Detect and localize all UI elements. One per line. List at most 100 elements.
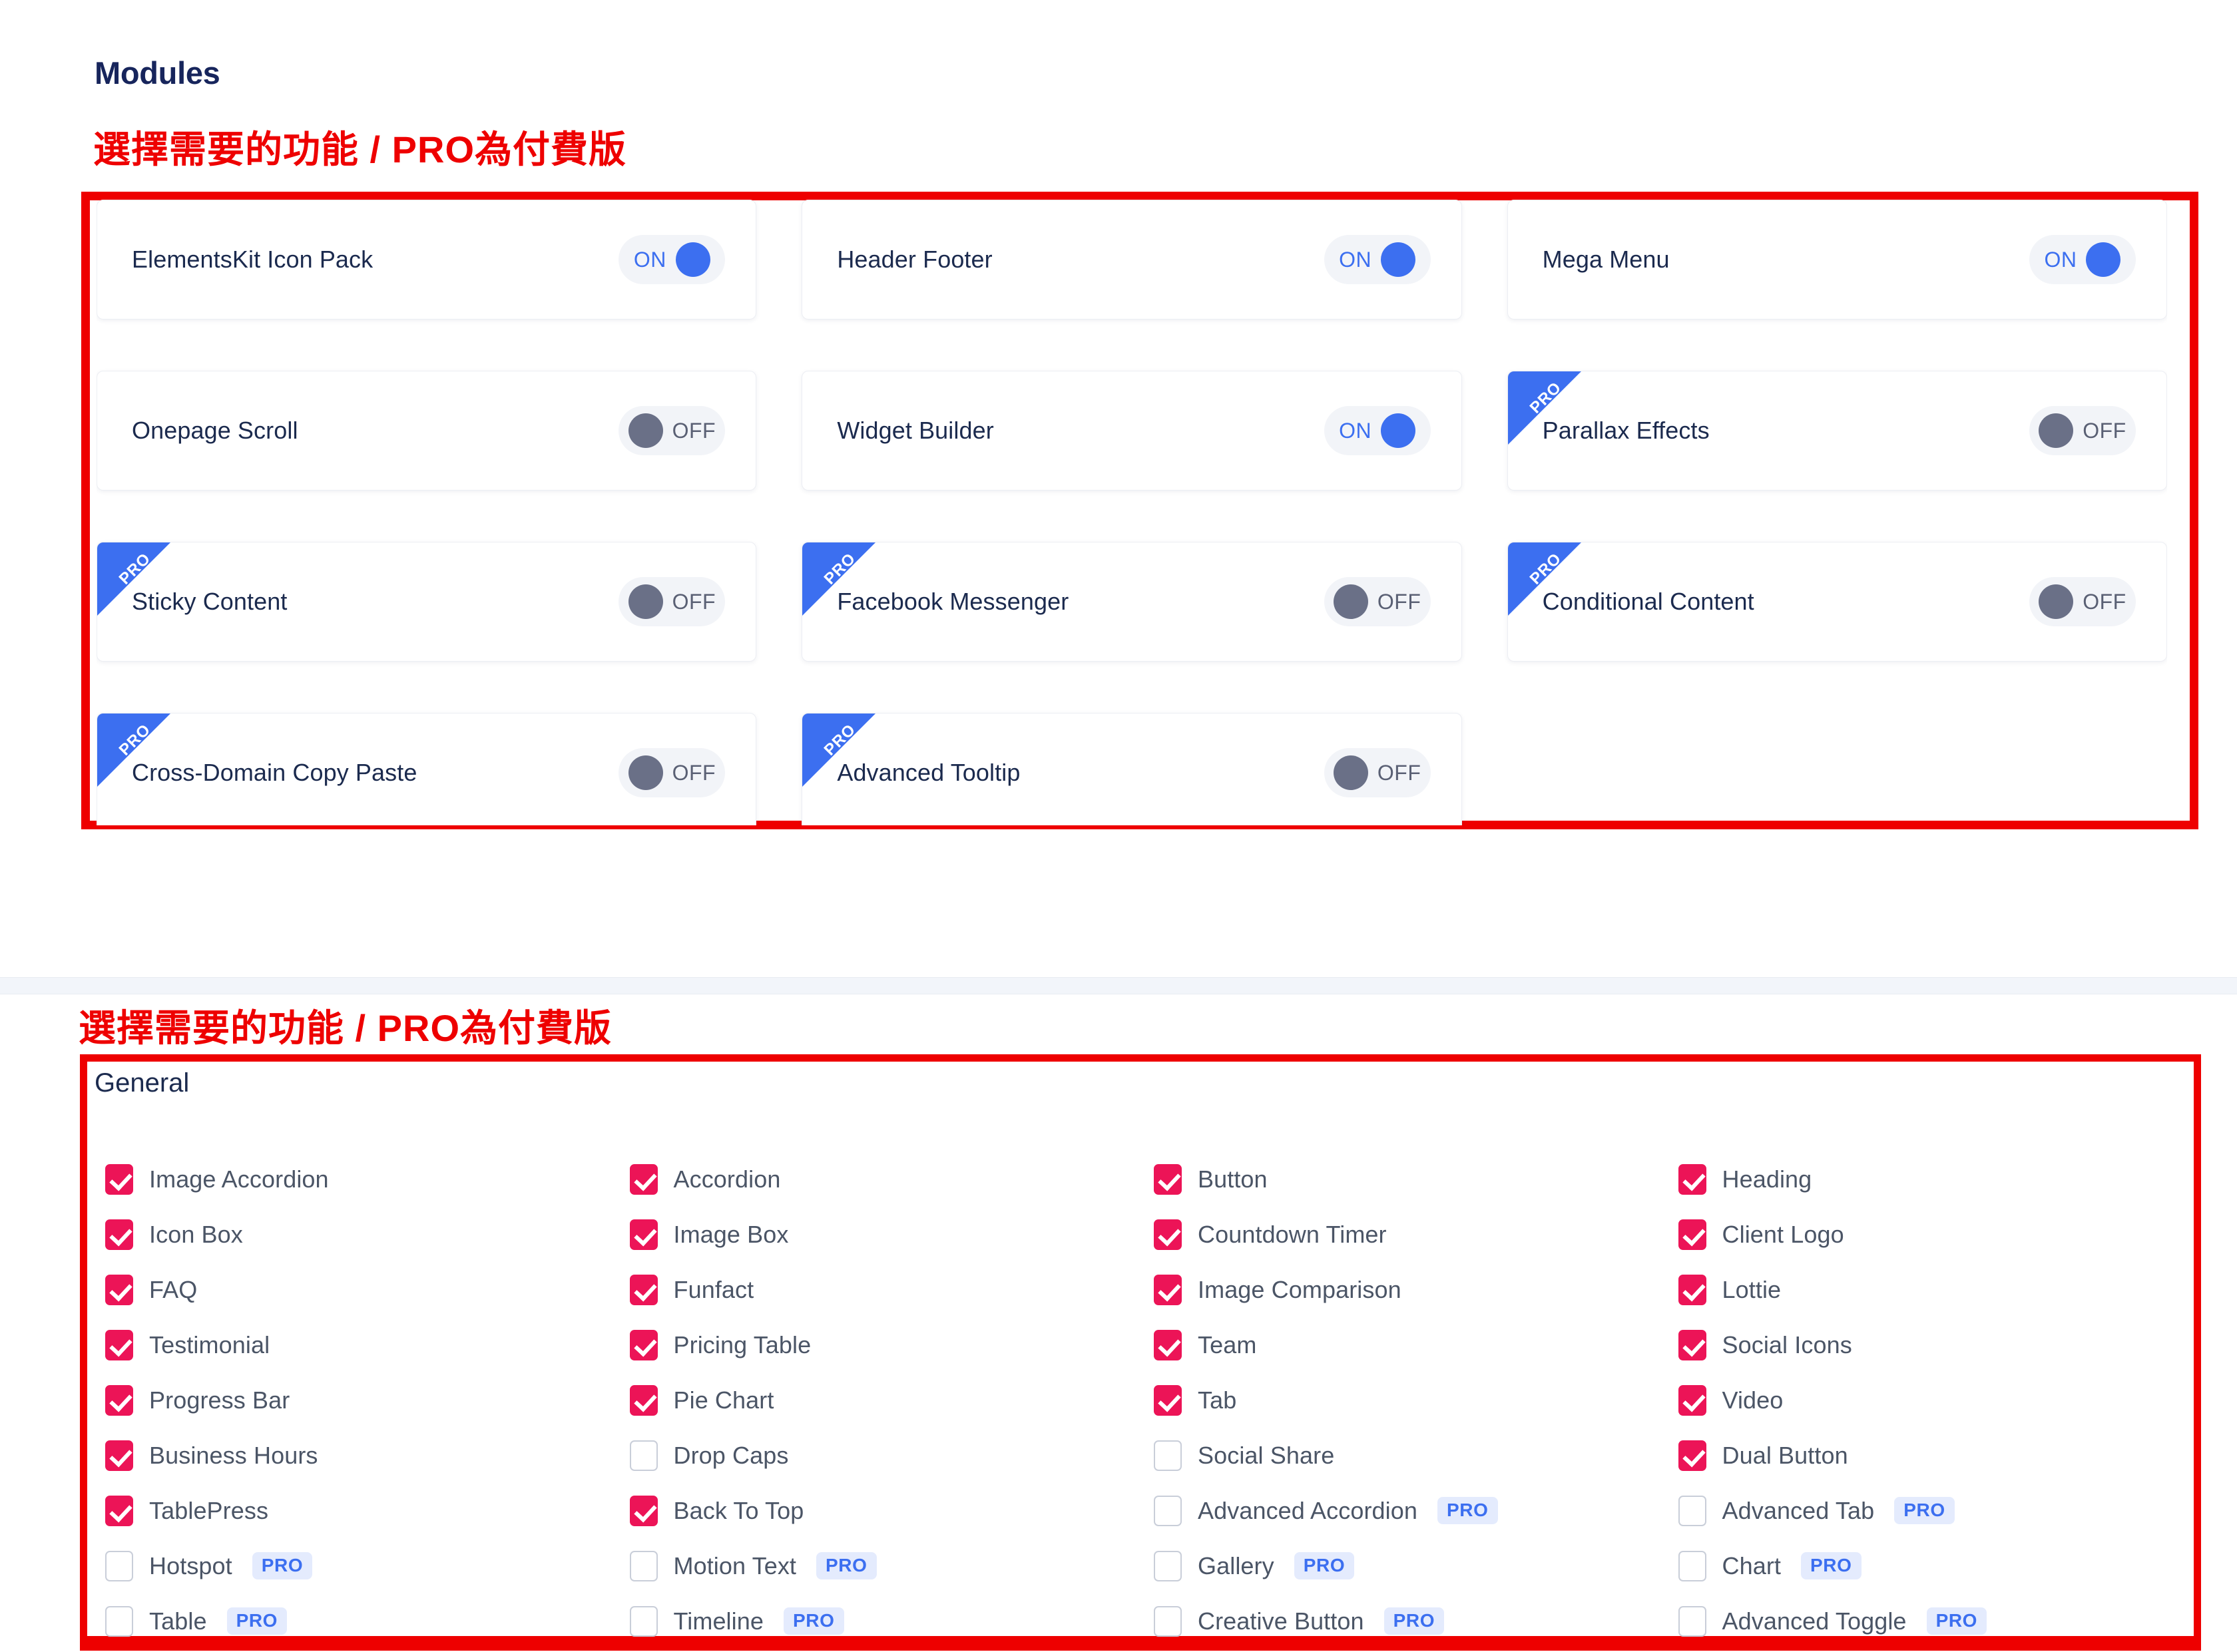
checkbox-checked-icon[interactable]	[629, 1495, 658, 1526]
widget-list-item[interactable]: FAQ	[97, 1262, 622, 1317]
widget-list-item[interactable]: Dual Button	[1670, 1428, 2195, 1483]
checkbox-checked-icon[interactable]	[629, 1384, 658, 1416]
widget-list-item[interactable]: Motion Text PRO	[622, 1538, 1146, 1593]
widget-list-item[interactable]: Image Accordion	[97, 1151, 622, 1207]
module-toggle-switch[interactable]: OFF	[2029, 406, 2136, 455]
module-toggle-switch[interactable]: OFF	[1324, 748, 1431, 797]
checkbox-checked-icon[interactable]	[629, 1219, 658, 1250]
checkbox-checked-icon[interactable]	[629, 1163, 658, 1195]
widget-list-item[interactable]: Advanced Accordion PRO	[1146, 1483, 1670, 1538]
widget-list-item[interactable]: TablePress	[97, 1483, 622, 1538]
widget-list-item[interactable]: Lottie	[1670, 1262, 2195, 1317]
module-toggle-switch[interactable]: ON	[1324, 406, 1431, 455]
widget-list-item[interactable]: Advanced Toggle PRO	[1670, 1593, 2195, 1649]
checkbox-checked-icon[interactable]	[1154, 1163, 1182, 1195]
widget-list-item[interactable]: Tab	[1146, 1372, 1670, 1428]
module-card[interactable]: Mega Menu ON	[1507, 200, 2167, 319]
checkbox-checked-icon[interactable]	[105, 1274, 133, 1305]
checkbox-checked-icon[interactable]	[105, 1329, 133, 1360]
checkbox-checked-icon[interactable]	[105, 1219, 133, 1250]
checkbox-checked-icon[interactable]	[1678, 1329, 1706, 1360]
widget-list-item[interactable]: Advanced Tab PRO	[1670, 1483, 2195, 1538]
widget-label: Hotspot	[149, 1551, 232, 1579]
module-toggle-switch[interactable]: ON	[619, 235, 726, 284]
module-toggle-switch[interactable]: OFF	[619, 577, 726, 626]
module-card[interactable]: ElementsKit Icon Pack ON	[97, 200, 757, 319]
widget-list-item[interactable]: Icon Box	[97, 1207, 622, 1262]
widget-list-item[interactable]: Heading	[1670, 1151, 2195, 1207]
module-toggle-switch[interactable]: ON	[2029, 235, 2136, 284]
module-toggle-switch[interactable]: OFF	[2029, 577, 2136, 626]
checkbox-unchecked-icon[interactable]	[1154, 1550, 1182, 1581]
widget-list-item[interactable]: Video	[1670, 1372, 2195, 1428]
checkbox-unchecked-icon[interactable]	[1678, 1605, 1706, 1637]
widget-list-item[interactable]: Image Box	[622, 1207, 1146, 1262]
module-toggle-switch[interactable]: OFF	[619, 748, 726, 797]
widget-list-item[interactable]: Social Share	[1146, 1428, 1670, 1483]
widget-list-item[interactable]: Progress Bar	[97, 1372, 622, 1428]
checkbox-unchecked-icon[interactable]	[1154, 1440, 1182, 1471]
widget-list-item[interactable]: Gallery PRO	[1146, 1538, 1670, 1593]
widget-list-item[interactable]: Table PRO	[97, 1593, 622, 1649]
widget-list-item[interactable]: Back To Top	[622, 1483, 1146, 1538]
checkbox-unchecked-icon[interactable]	[1154, 1605, 1182, 1637]
module-card[interactable]: PRO Cross-Domain Copy Paste OFF	[97, 713, 757, 825]
widget-list-item[interactable]: Business Hours	[97, 1428, 622, 1483]
widget-list-item[interactable]: Client Logo	[1670, 1207, 2195, 1262]
checkbox-checked-icon[interactable]	[1154, 1384, 1182, 1416]
module-card[interactable]: PRO Parallax Effects OFF	[1507, 371, 2167, 491]
module-card[interactable]: PRO Conditional Content OFF	[1507, 542, 2167, 662]
widget-label: Creative Button	[1198, 1607, 1364, 1635]
module-card[interactable]: Onepage Scroll OFF	[97, 371, 757, 491]
module-card[interactable]: Widget Builder ON	[802, 371, 1462, 491]
widget-list-item[interactable]: Accordion	[622, 1151, 1146, 1207]
checkbox-checked-icon[interactable]	[105, 1384, 133, 1416]
checkbox-unchecked-icon[interactable]	[105, 1605, 133, 1637]
checkbox-checked-icon[interactable]	[1678, 1219, 1706, 1250]
module-card[interactable]: PRO Sticky Content OFF	[97, 542, 757, 662]
widget-list-item[interactable]: Social Icons	[1670, 1317, 2195, 1372]
checkbox-unchecked-icon[interactable]	[629, 1605, 658, 1637]
widget-list-item[interactable]: Funfact	[622, 1262, 1146, 1317]
checkbox-checked-icon[interactable]	[105, 1163, 133, 1195]
checkbox-checked-icon[interactable]	[1678, 1440, 1706, 1471]
widget-list-item[interactable]: Button	[1146, 1151, 1670, 1207]
widget-label: Funfact	[673, 1275, 754, 1303]
checkbox-checked-icon[interactable]	[1154, 1329, 1182, 1360]
checkbox-checked-icon[interactable]	[105, 1440, 133, 1471]
checkbox-checked-icon[interactable]	[629, 1274, 658, 1305]
widget-list-item[interactable]: Creative Button PRO	[1146, 1593, 1670, 1649]
module-toggle-switch[interactable]: OFF	[1324, 577, 1431, 626]
widget-list-item[interactable]: Chart PRO	[1670, 1538, 2195, 1593]
checkbox-unchecked-icon[interactable]	[1154, 1495, 1182, 1526]
widget-list-item[interactable]: Countdown Timer	[1146, 1207, 1670, 1262]
checkbox-unchecked-icon[interactable]	[629, 1440, 658, 1471]
checkbox-checked-icon[interactable]	[1678, 1163, 1706, 1195]
widget-list-item[interactable]: Pricing Table	[622, 1317, 1146, 1372]
checkbox-unchecked-icon[interactable]	[105, 1550, 133, 1581]
module-toggle-switch[interactable]: OFF	[619, 406, 726, 455]
checkbox-unchecked-icon[interactable]	[1678, 1550, 1706, 1581]
checkbox-checked-icon[interactable]	[1678, 1274, 1706, 1305]
widget-list-item[interactable]: Pie Chart	[622, 1372, 1146, 1428]
checkbox-checked-icon[interactable]	[1678, 1384, 1706, 1416]
checkbox-checked-icon[interactable]	[629, 1329, 658, 1360]
widget-list-item[interactable]: Drop Caps	[622, 1428, 1146, 1483]
widget-list-item[interactable]: Hotspot PRO	[97, 1538, 622, 1593]
pro-badge: PRO	[226, 1607, 288, 1635]
widget-list-item[interactable]: Team	[1146, 1317, 1670, 1372]
widget-list-item[interactable]: Testimonial	[97, 1317, 622, 1372]
widget-list-item[interactable]: Timeline PRO	[622, 1593, 1146, 1649]
widget-label: TablePress	[149, 1496, 269, 1524]
module-card[interactable]: PRO Advanced Tooltip OFF	[802, 713, 1462, 825]
checkbox-checked-icon[interactable]	[1154, 1274, 1182, 1305]
widget-label: Advanced Tab	[1722, 1496, 1875, 1524]
widget-list-item[interactable]: Image Comparison	[1146, 1262, 1670, 1317]
module-toggle-switch[interactable]: ON	[1324, 235, 1431, 284]
checkbox-checked-icon[interactable]	[1154, 1219, 1182, 1250]
module-card[interactable]: Header Footer ON	[802, 200, 1462, 319]
checkbox-checked-icon[interactable]	[105, 1495, 133, 1526]
checkbox-unchecked-icon[interactable]	[629, 1550, 658, 1581]
module-card[interactable]: PRO Facebook Messenger OFF	[802, 542, 1462, 662]
checkbox-unchecked-icon[interactable]	[1678, 1495, 1706, 1526]
